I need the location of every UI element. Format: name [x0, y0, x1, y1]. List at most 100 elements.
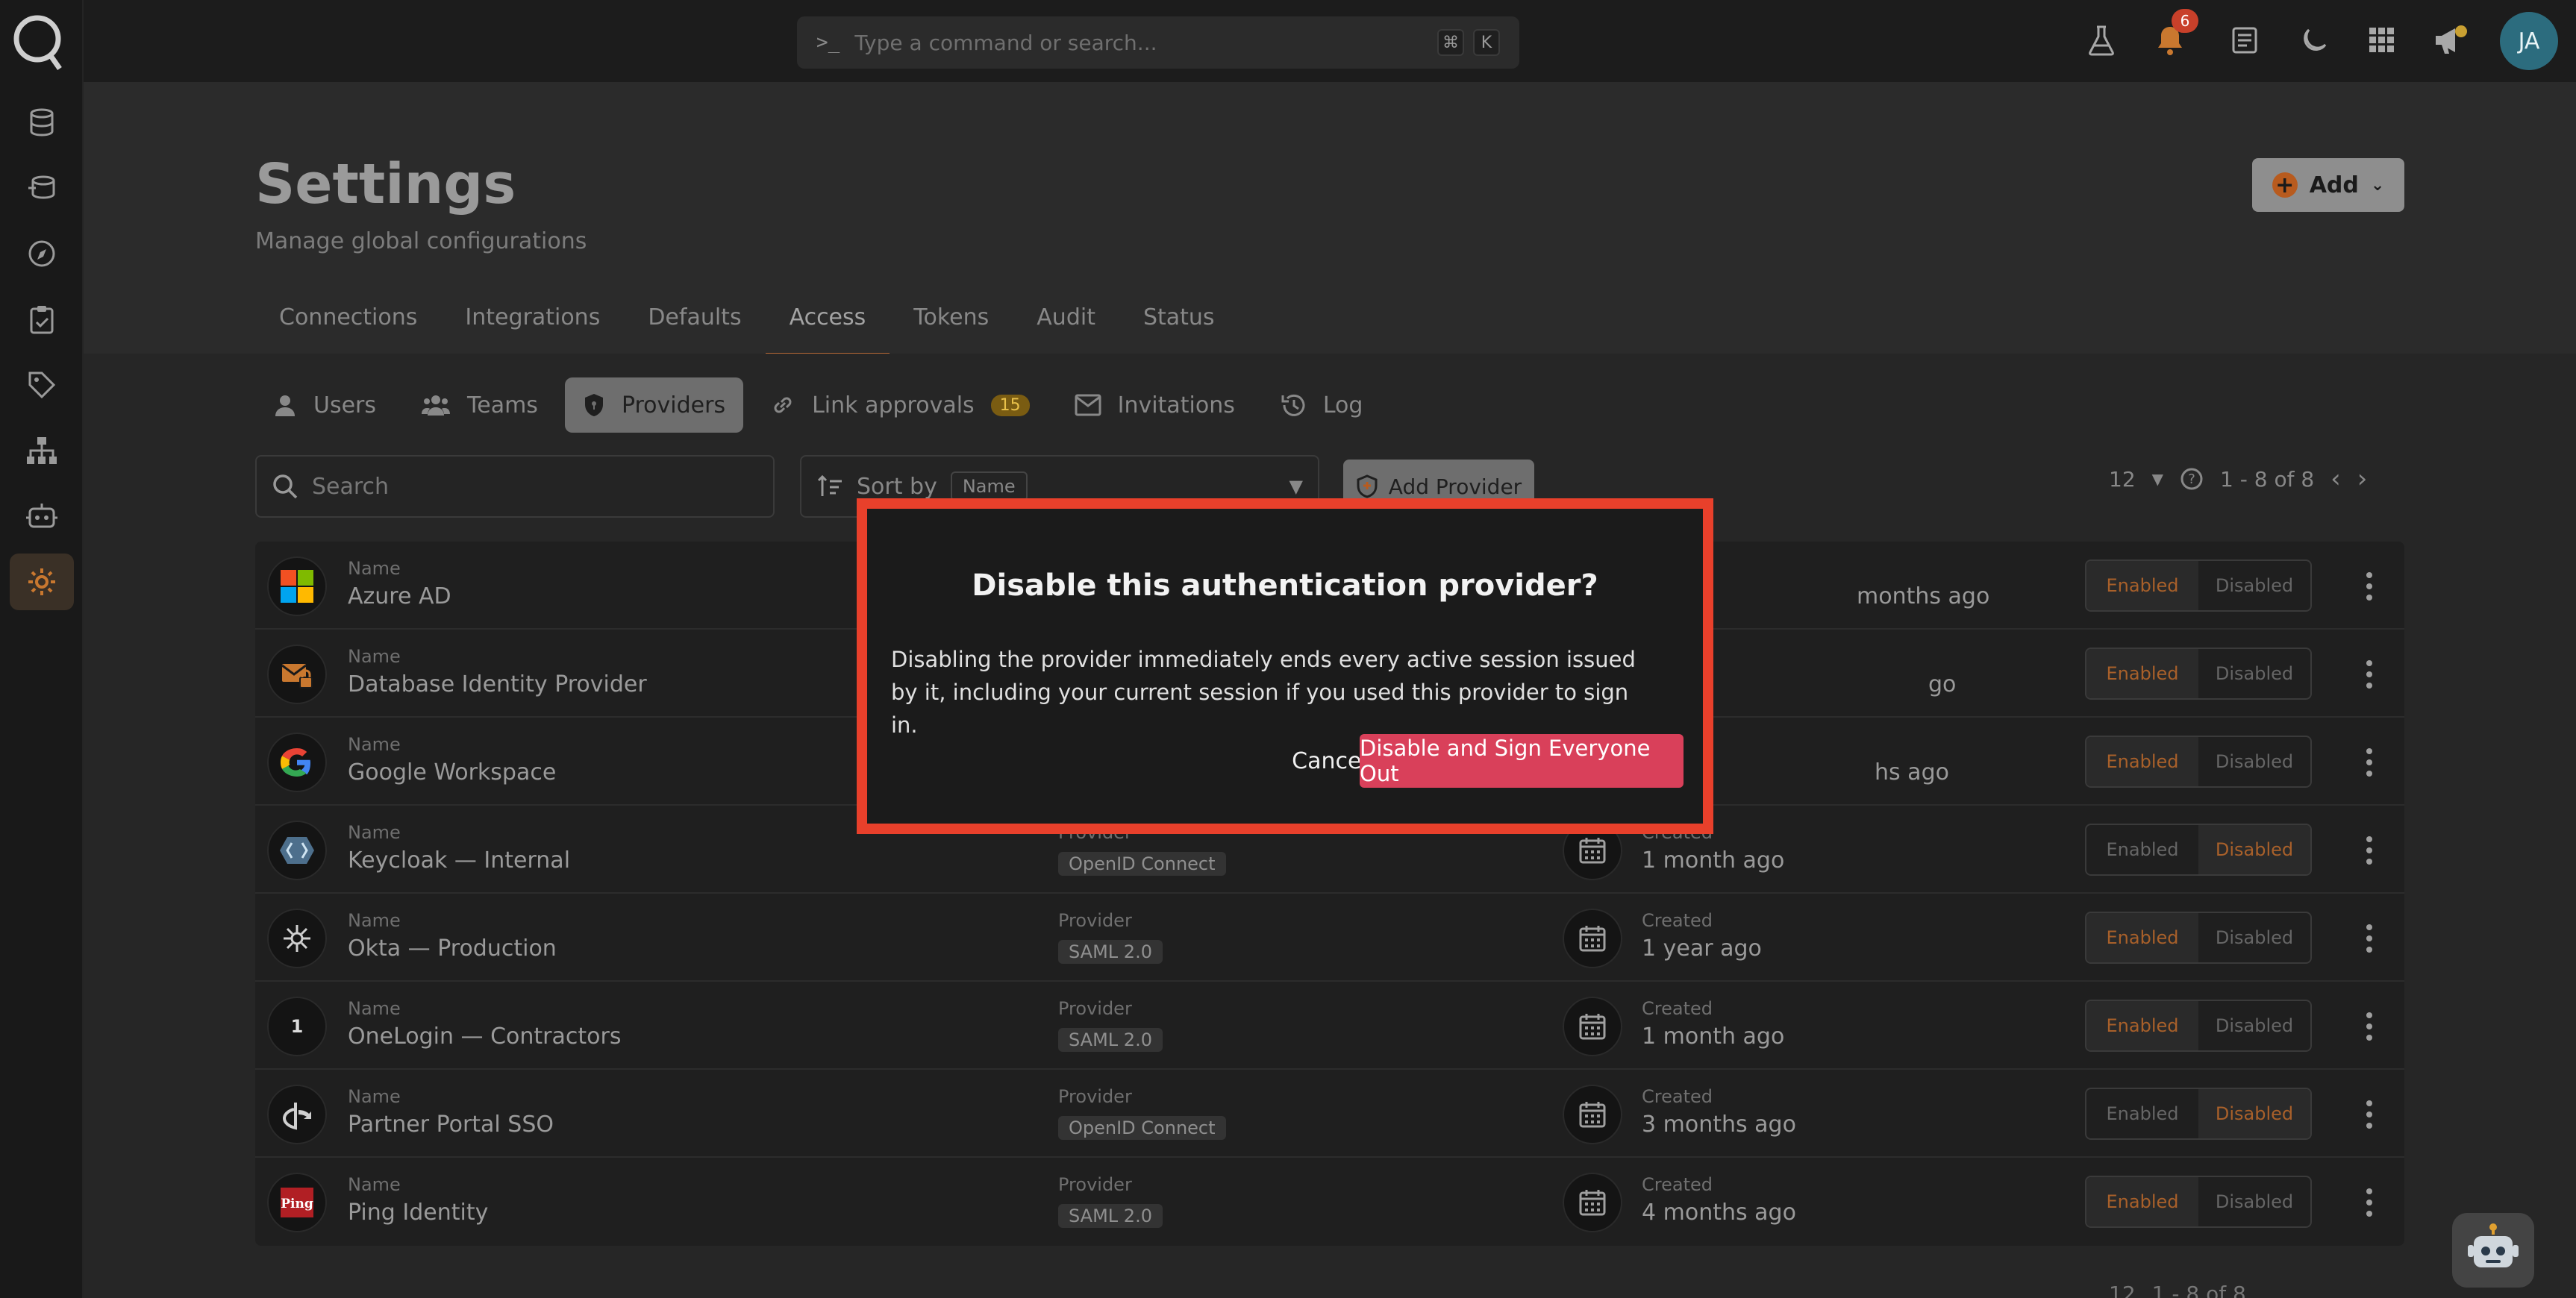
apps-grid-icon[interactable]	[2358, 16, 2406, 64]
subtab-teams[interactable]: Teams	[403, 377, 556, 433]
notifications-bell-icon[interactable]: 6	[2146, 9, 2198, 64]
more-actions-icon[interactable]	[2351, 1004, 2388, 1049]
announcements-megaphone-icon[interactable]	[2427, 16, 2475, 64]
more-actions-icon[interactable]	[2351, 564, 2388, 609]
enabled-option[interactable]: Enabled	[2086, 1177, 2198, 1226]
history-icon	[1281, 394, 1305, 416]
enabled-option[interactable]: Enabled	[2086, 1089, 2198, 1138]
ping-icon: Ping	[267, 1173, 327, 1232]
more-actions-icon[interactable]	[2351, 1180, 2388, 1225]
disabled-option[interactable]: Disabled	[2198, 737, 2310, 786]
tab-audit[interactable]: Audit	[1013, 304, 1119, 351]
nav-compass-icon[interactable]	[0, 221, 84, 286]
add-button[interactable]: + Add ⌄	[2252, 158, 2404, 212]
provider-name: Ping Identity	[348, 1200, 489, 1226]
enabled-toggle[interactable]: Enabled Disabled	[2085, 1088, 2312, 1140]
subtab-log[interactable]: Log	[1262, 377, 1381, 433]
disabled-option[interactable]: Disabled	[2198, 649, 2310, 698]
more-actions-icon[interactable]	[2351, 1092, 2388, 1137]
subtab-invitations[interactable]: Invitations	[1057, 377, 1253, 433]
disabled-option[interactable]: Disabled	[2198, 1089, 2310, 1138]
nav-hierarchy-icon[interactable]	[0, 418, 84, 483]
enabled-toggle[interactable]: Enabled Disabled	[2085, 1176, 2312, 1228]
subtab-users[interactable]: Users	[255, 377, 394, 433]
name-label: Name	[348, 910, 401, 931]
theme-moon-icon[interactable]	[2289, 16, 2337, 64]
nav-robot-icon[interactable]	[0, 483, 84, 549]
page-range: 1 - 8 of 8	[2220, 466, 2315, 492]
search-placeholder: Search	[312, 473, 390, 500]
enabled-option[interactable]: Enabled	[2086, 913, 2198, 962]
page-range: 1 - 8 of 8	[2151, 1282, 2246, 1298]
provider-search-input[interactable]: Search	[255, 455, 775, 518]
more-actions-icon[interactable]	[2351, 740, 2388, 785]
created-label: Created	[1642, 910, 1713, 931]
nav-database-icon[interactable]	[0, 90, 84, 155]
dialog-title: Disable this authentication provider?	[972, 568, 1598, 603]
subtab-link-approvals[interactable]: Link approvals 15	[752, 377, 1048, 433]
table-row[interactable]: 1 Name OneLogin — Contractors Provider S…	[255, 982, 2404, 1070]
pagination-bottom: 12 1 - 8 of 8	[2109, 1282, 2246, 1298]
enabled-option[interactable]: Enabled	[2086, 737, 2198, 786]
flask-icon[interactable]	[2078, 16, 2125, 64]
provider-label: Provider	[1058, 1174, 1132, 1195]
created-value: 3 months ago	[1642, 1112, 1796, 1138]
enabled-toggle[interactable]: Enabled Disabled	[2085, 559, 2312, 612]
enabled-toggle[interactable]: Enabled Disabled	[2085, 1000, 2312, 1052]
command-search-input[interactable]: >_ Type a command or search... ⌘ K	[797, 16, 1519, 69]
disabled-option[interactable]: Disabled	[2198, 913, 2310, 962]
more-actions-icon[interactable]	[2351, 916, 2388, 961]
enabled-toggle[interactable]: Enabled Disabled	[2085, 912, 2312, 964]
disabled-option[interactable]: Disabled	[2198, 1177, 2310, 1226]
tab-defaults[interactable]: Defaults	[624, 304, 765, 351]
next-page-icon[interactable]: ›	[2357, 464, 2368, 494]
enabled-toggle[interactable]: Enabled Disabled	[2085, 824, 2312, 876]
chevron-down-icon: ⌄	[2370, 175, 2385, 195]
nav-feeds-icon[interactable]	[0, 155, 84, 221]
terminal-prompt-icon: >_	[816, 31, 840, 54]
table-row[interactable]: Ping Name Ping Identity Provider SAML 2.…	[255, 1158, 2404, 1246]
name-label: Name	[348, 646, 401, 667]
table-row[interactable]: Name Partner Portal SSO Provider OpenID …	[255, 1070, 2404, 1158]
link-icon	[774, 397, 792, 413]
tab-integrations[interactable]: Integrations	[441, 304, 624, 351]
nav-checklist-icon[interactable]	[0, 286, 84, 352]
app-logo-icon[interactable]	[10, 10, 66, 72]
tab-connections[interactable]: Connections	[255, 304, 441, 351]
sort-icon	[817, 474, 842, 496]
left-rail	[0, 0, 84, 1298]
keycloak-icon	[267, 821, 327, 880]
provider-name: Azure AD	[348, 583, 451, 609]
document-icon[interactable]	[2221, 16, 2269, 64]
provider-label: Provider	[1058, 910, 1132, 931]
disabled-option[interactable]: Disabled	[2198, 1001, 2310, 1050]
enabled-option[interactable]: Enabled	[2086, 561, 2198, 610]
name-label: Name	[348, 822, 401, 843]
okta-icon	[267, 909, 327, 968]
disable-and-sign-out-button[interactable]: Disable and Sign Everyone Out	[1360, 734, 1684, 788]
enabled-toggle[interactable]: Enabled Disabled	[2085, 648, 2312, 700]
caret-down-icon[interactable]: ▼	[2152, 470, 2163, 488]
enabled-toggle[interactable]: Enabled Disabled	[2085, 736, 2312, 788]
disabled-option[interactable]: Disabled	[2198, 825, 2310, 874]
subtab-providers[interactable]: Providers	[564, 377, 744, 433]
assistant-robot-icon[interactable]	[2452, 1213, 2534, 1288]
mail-lock-icon	[267, 645, 327, 704]
tab-tokens[interactable]: Tokens	[890, 304, 1013, 351]
more-actions-icon[interactable]	[2351, 828, 2388, 873]
enabled-option[interactable]: Enabled	[2086, 825, 2198, 874]
table-row[interactable]: Name Okta — Production Provider SAML 2.0…	[255, 894, 2404, 982]
user-avatar[interactable]: JA	[2500, 12, 2558, 70]
enabled-option[interactable]: Enabled	[2086, 649, 2198, 698]
disabled-option[interactable]: Disabled	[2198, 561, 2310, 610]
tab-status[interactable]: Status	[1119, 304, 1239, 351]
nav-tag-icon[interactable]	[0, 352, 84, 418]
confirm-disable-dialog: Disable this authentication provider? Di…	[857, 498, 1713, 834]
more-actions-icon[interactable]	[2351, 652, 2388, 697]
prev-page-icon[interactable]: ‹	[2330, 464, 2341, 494]
tab-access[interactable]: Access	[765, 304, 890, 357]
page-size-select[interactable]: 12	[2109, 1282, 2136, 1298]
enabled-option[interactable]: Enabled	[2086, 1001, 2198, 1050]
page-size-select[interactable]: 12	[2109, 467, 2136, 492]
nav-settings-gear-icon[interactable]	[0, 549, 84, 615]
